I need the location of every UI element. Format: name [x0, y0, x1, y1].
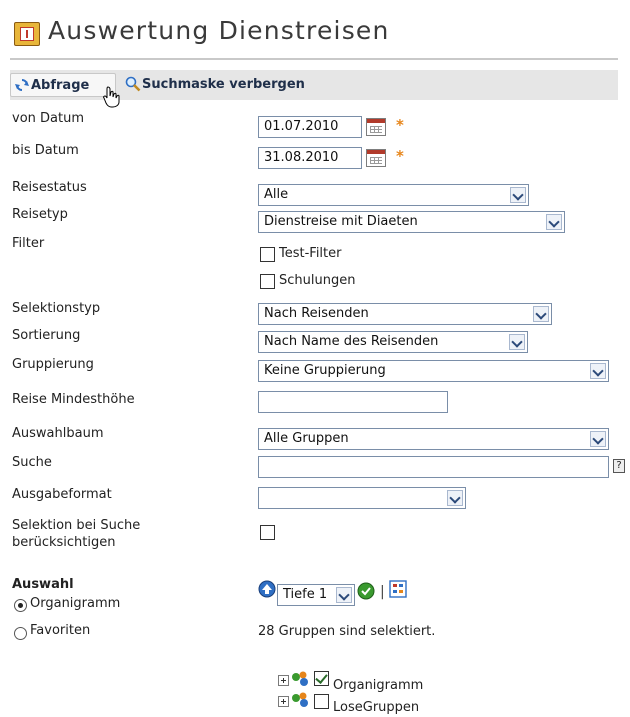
- travel-status-label: Reisestatus: [12, 180, 87, 195]
- expand-icon[interactable]: [278, 696, 289, 707]
- selection-tree-label: Auswahlbaum: [12, 426, 104, 441]
- toolbar-separator: |: [380, 584, 385, 600]
- travel-type-select[interactable]: Dienstreise mit Diaeten: [258, 211, 565, 233]
- trainings-checkbox[interactable]: [260, 274, 275, 289]
- min-amount-input[interactable]: [258, 391, 448, 413]
- chevron-down-icon: [590, 431, 606, 447]
- hand-cursor-icon: [103, 86, 120, 108]
- chevron-down-icon: [447, 490, 463, 506]
- output-format-label: Ausgabeformat: [12, 487, 112, 502]
- search-input[interactable]: [258, 456, 609, 478]
- from-date-input[interactable]: 01.07.2010: [258, 116, 362, 138]
- test-filter-checkbox[interactable]: [260, 247, 275, 262]
- title-divider: [10, 58, 618, 60]
- chevron-down-icon: [336, 587, 352, 603]
- consider-selection-checkbox[interactable]: [260, 525, 275, 540]
- help-icon[interactable]: ?: [613, 459, 625, 473]
- filter-label: Filter: [12, 236, 45, 251]
- to-date-label: bis Datum: [12, 143, 79, 158]
- lose-groups-tree-checkbox[interactable]: [314, 694, 329, 709]
- required-marker: *: [396, 147, 404, 165]
- expand-icon[interactable]: [278, 675, 289, 686]
- favorites-radio[interactable]: [14, 627, 27, 640]
- consider-selection-label-line2: berücksichtigen: [12, 535, 116, 550]
- selection-type-label: Selektionstyp: [12, 301, 101, 316]
- organigram-tree-checkbox[interactable]: [314, 671, 329, 686]
- hide-search-mask-label: Suchmaske verbergen: [142, 77, 305, 92]
- from-date-label: von Datum: [12, 111, 84, 126]
- organigram-view-icon[interactable]: [389, 580, 407, 598]
- sorting-label: Sortierung: [12, 328, 81, 343]
- toolbar: Abfrage Suchmaske verbergen: [10, 70, 618, 108]
- selection-type-value: Nach Reisenden: [264, 306, 369, 321]
- sorting-value: Nach Name des Reisenden: [264, 334, 439, 349]
- sorting-select[interactable]: Nach Name des Reisenden: [258, 331, 528, 353]
- chevron-down-icon: [510, 187, 526, 203]
- organigram-tree-label: Organigramm: [333, 678, 424, 693]
- selection-tree-value: Alle Gruppen: [264, 431, 349, 446]
- chevron-down-icon: [590, 363, 606, 379]
- organigram-radio[interactable]: [14, 599, 27, 612]
- chevron-down-icon: [546, 214, 562, 230]
- depth-value: Tiefe 1: [283, 587, 328, 602]
- group-icon: [292, 671, 308, 686]
- hide-search-mask-button[interactable]: Suchmaske verbergen: [122, 73, 322, 97]
- chevron-down-icon: [533, 306, 549, 322]
- query-button-label: Abfrage: [31, 78, 90, 93]
- to-date-input[interactable]: 31.08.2010: [258, 147, 362, 169]
- test-filter-label: Test-Filter: [279, 246, 342, 261]
- calendar-icon[interactable]: [366, 149, 386, 167]
- trainings-label: Schulungen: [279, 273, 356, 288]
- favorites-radio-label: Favoriten: [30, 623, 91, 638]
- consider-selection-label: Selektion bei Suche berücksichtigen: [12, 517, 140, 551]
- refresh-icon: [15, 79, 29, 91]
- travel-status-value: Alle: [264, 187, 289, 202]
- magnifier-icon: [125, 76, 141, 92]
- selection-tree-select[interactable]: Alle Gruppen: [258, 428, 609, 450]
- navigate-up-icon[interactable]: [258, 580, 276, 598]
- travel-status-select[interactable]: Alle: [258, 184, 529, 206]
- chevron-down-icon: [509, 334, 525, 350]
- page-title: Auswertung Dienstreisen: [48, 16, 390, 45]
- app-logo-icon: [14, 22, 40, 46]
- group-icon: [292, 692, 308, 707]
- consider-selection-label-line1: Selektion bei Suche: [12, 518, 141, 533]
- apply-icon[interactable]: [357, 582, 375, 600]
- lose-groups-tree-label: LoseGruppen: [333, 700, 420, 715]
- calendar-icon[interactable]: [366, 118, 386, 136]
- required-marker: *: [396, 116, 404, 134]
- depth-select[interactable]: Tiefe 1: [277, 584, 355, 606]
- selection-status-text: 28 Gruppen sind selektiert.: [258, 624, 436, 639]
- selection-heading: Auswahl: [12, 577, 74, 592]
- grouping-select[interactable]: Keine Gruppierung: [258, 360, 609, 382]
- organigram-radio-label: Organigramm: [30, 596, 121, 611]
- travel-type-value: Dienstreise mit Diaeten: [264, 214, 418, 229]
- selection-type-select[interactable]: Nach Reisenden: [258, 303, 552, 325]
- travel-type-label: Reisetyp: [12, 207, 68, 222]
- grouping-value: Keine Gruppierung: [264, 363, 386, 378]
- grouping-label: Gruppierung: [12, 357, 94, 372]
- query-button[interactable]: Abfrage: [10, 73, 116, 97]
- search-label: Suche: [12, 455, 52, 470]
- min-amount-label: Reise Mindesthöhe: [12, 392, 135, 407]
- output-format-select[interactable]: [258, 487, 466, 509]
